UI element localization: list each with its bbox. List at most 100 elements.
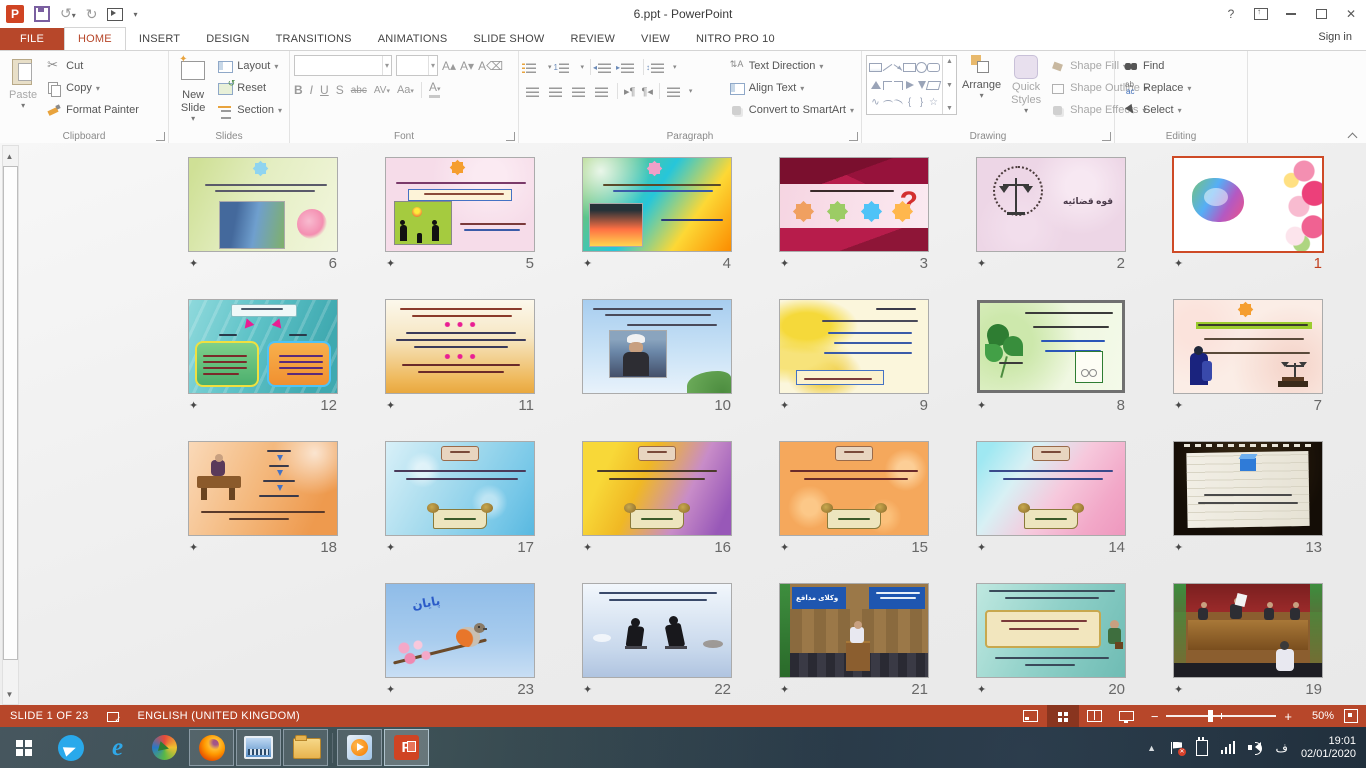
ribbon-display-options-button[interactable] xyxy=(1246,0,1276,28)
taskbar-firefox[interactable] xyxy=(189,729,234,766)
scrollbar-thumb[interactable] xyxy=(3,166,18,660)
tab-slide-show[interactable]: SLIDE SHOW xyxy=(460,28,557,50)
vertical-scrollbar[interactable]: ▲ ▼ xyxy=(2,145,19,705)
slide-9-cell[interactable]: 9 xyxy=(780,300,928,413)
start-button[interactable] xyxy=(1,729,46,766)
slide-14-cell[interactable]: 14 xyxy=(977,442,1125,555)
bold-button[interactable]: B xyxy=(294,83,303,97)
slide-4-thumbnail[interactable] xyxy=(583,158,731,251)
slide-5-cell[interactable]: 5 xyxy=(386,158,534,271)
drawing-dialog-launcher[interactable] xyxy=(1102,132,1111,141)
slide-8-cell[interactable]: 8 xyxy=(977,300,1125,413)
slide-show-button[interactable] xyxy=(1111,705,1143,727)
paste-button[interactable]: Paste▾ xyxy=(4,55,42,111)
slide-13-thumbnail[interactable] xyxy=(1174,442,1322,535)
tab-insert[interactable]: INSERT xyxy=(126,28,193,50)
change-case-button[interactable]: Aa▾ xyxy=(397,84,414,96)
slide-3-cell[interactable]: ? 3 xyxy=(780,158,928,271)
slide-20-thumbnail[interactable] xyxy=(977,584,1125,677)
slide-10-cell[interactable]: 10 xyxy=(583,300,731,413)
slide-6-thumbnail[interactable] xyxy=(189,158,337,251)
slide-2-thumbnail[interactable]: قوه قضائیه xyxy=(977,158,1125,251)
scroll-down-arrow[interactable]: ▼ xyxy=(3,686,16,702)
cut-button[interactable]: Cut xyxy=(44,55,142,77)
volume-icon[interactable] xyxy=(1248,741,1262,754)
tab-design[interactable]: DESIGN xyxy=(193,28,262,50)
network-signal-icon[interactable] xyxy=(1221,741,1236,754)
slide-20-cell[interactable]: 20 xyxy=(977,584,1125,697)
collapse-ribbon-button[interactable] xyxy=(1348,133,1358,139)
zoom-out-button[interactable]: − xyxy=(1151,709,1159,724)
clear-formatting-button[interactable]: A⌫ xyxy=(478,59,503,73)
decrease-indent-button[interactable]: ◂ xyxy=(597,59,614,76)
reading-view-button[interactable] xyxy=(1079,705,1111,727)
normal-view-button[interactable] xyxy=(1015,705,1047,727)
find-button[interactable]: Find xyxy=(1121,55,1194,77)
taskbar-media-player[interactable] xyxy=(337,729,382,766)
close-button[interactable]: ✕ xyxy=(1336,0,1366,28)
slide-15-thumbnail[interactable] xyxy=(780,442,928,535)
repeat-icon[interactable]: ↻ xyxy=(86,7,98,21)
slide-1-thumbnail[interactable] xyxy=(1174,158,1322,251)
zoom-level[interactable]: 50% xyxy=(1300,710,1334,722)
slide-22-cell[interactable]: 22 xyxy=(583,584,731,697)
slide-19-cell[interactable]: 19 xyxy=(1174,584,1322,697)
align-center-button[interactable] xyxy=(548,83,565,100)
slide-7-cell[interactable]: 7 xyxy=(1174,300,1322,413)
justify-button[interactable] xyxy=(594,83,611,100)
slide-4-cell[interactable]: 4 xyxy=(583,158,731,271)
select-button[interactable]: Select▾ xyxy=(1121,99,1194,121)
copy-button[interactable]: Copy▾ xyxy=(44,77,142,99)
increase-indent-button[interactable]: ▸ xyxy=(620,59,637,76)
slide-1-cell[interactable]: 1 xyxy=(1174,158,1322,271)
undo-icon[interactable]: ↺▾ xyxy=(60,6,76,23)
slide-11-cell[interactable]: 11 xyxy=(386,300,534,413)
slide-12-cell[interactable]: 12 xyxy=(189,300,337,413)
paragraph-dialog-launcher[interactable] xyxy=(849,132,858,141)
slide-17-cell[interactable]: 17 xyxy=(386,442,534,555)
help-button[interactable]: ? xyxy=(1216,0,1246,28)
italic-button[interactable]: I xyxy=(310,83,313,97)
increase-font-size-button[interactable]: A▴ xyxy=(442,59,456,73)
slide-11-thumbnail[interactable] xyxy=(386,300,534,393)
slide-18-thumbnail[interactable] xyxy=(189,442,337,535)
underline-button[interactable]: U xyxy=(320,83,329,97)
slide-2-cell[interactable]: قوه قضائیه 2 xyxy=(977,158,1125,271)
text-direction-button[interactable]: ⇅AText Direction▾ xyxy=(727,55,857,77)
quick-styles-button[interactable]: Quick Styles▾ xyxy=(1006,55,1046,116)
rtl-direction-button[interactable]: ¶◂ xyxy=(641,85,652,98)
slide-22-thumbnail[interactable] xyxy=(583,584,731,677)
slide-16-cell[interactable]: 16 xyxy=(583,442,731,555)
align-left-button[interactable] xyxy=(525,83,542,100)
tab-animations[interactable]: ANIMATIONS xyxy=(365,28,461,50)
input-language-indicator[interactable]: ف xyxy=(1275,741,1287,755)
new-slide-button[interactable]: New Slide▾ xyxy=(173,55,213,124)
tab-view[interactable]: VIEW xyxy=(628,28,683,50)
tab-home[interactable]: HOME xyxy=(64,27,126,50)
slide-23-thumbnail[interactable]: پایان xyxy=(386,584,534,677)
character-spacing-button[interactable]: AV▾ xyxy=(374,85,390,96)
fit-slide-to-window-button[interactable] xyxy=(1344,709,1358,723)
zoom-in-button[interactable]: + xyxy=(1284,709,1292,724)
columns-button[interactable] xyxy=(666,83,683,100)
tab-nitro-pro[interactable]: NITRO PRO 10 xyxy=(683,28,788,50)
spell-check-icon[interactable] xyxy=(107,711,120,722)
taskbar-powerpoint[interactable]: P xyxy=(384,729,429,766)
strikethrough-button[interactable]: abc xyxy=(351,85,367,96)
tab-transitions[interactable]: TRANSITIONS xyxy=(263,28,365,50)
font-name-combo[interactable]: ▾ xyxy=(294,55,392,76)
taskbar-on-screen-keyboard[interactable] xyxy=(236,729,281,766)
scroll-up-arrow[interactable]: ▲ xyxy=(3,148,16,164)
slide-17-thumbnail[interactable] xyxy=(386,442,534,535)
section-button[interactable]: Section▾ xyxy=(215,99,285,121)
tab-review[interactable]: REVIEW xyxy=(557,28,628,50)
slide-sorter-view-button[interactable] xyxy=(1047,705,1079,727)
arrange-button[interactable]: Arrange▾ xyxy=(957,55,1006,101)
font-dialog-launcher[interactable] xyxy=(506,132,515,141)
convert-smartart-button[interactable]: Convert to SmartArt▾ xyxy=(727,99,857,121)
text-shadow-button[interactable]: S xyxy=(336,83,344,97)
slide-12-thumbnail[interactable] xyxy=(189,300,337,393)
save-icon[interactable] xyxy=(34,6,50,22)
slide-5-thumbnail[interactable] xyxy=(386,158,534,251)
decrease-font-size-button[interactable]: A▾ xyxy=(460,59,474,73)
